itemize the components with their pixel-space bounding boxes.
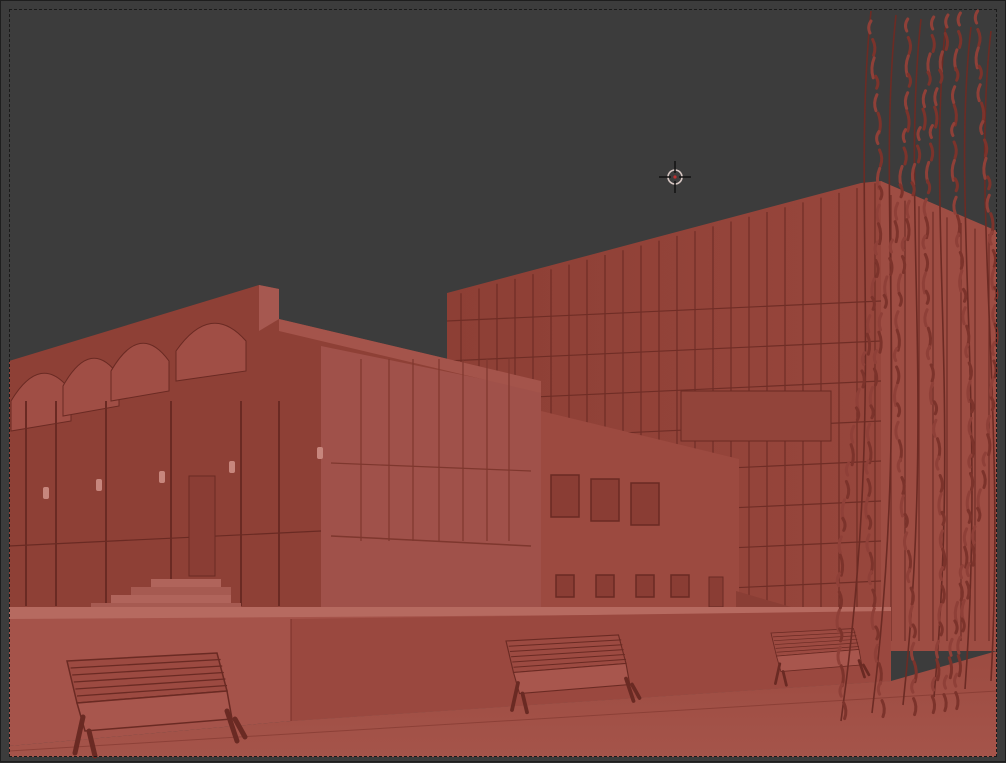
3d-viewport[interactable] <box>0 0 1006 762</box>
scene-render[interactable] <box>1 1 1006 763</box>
